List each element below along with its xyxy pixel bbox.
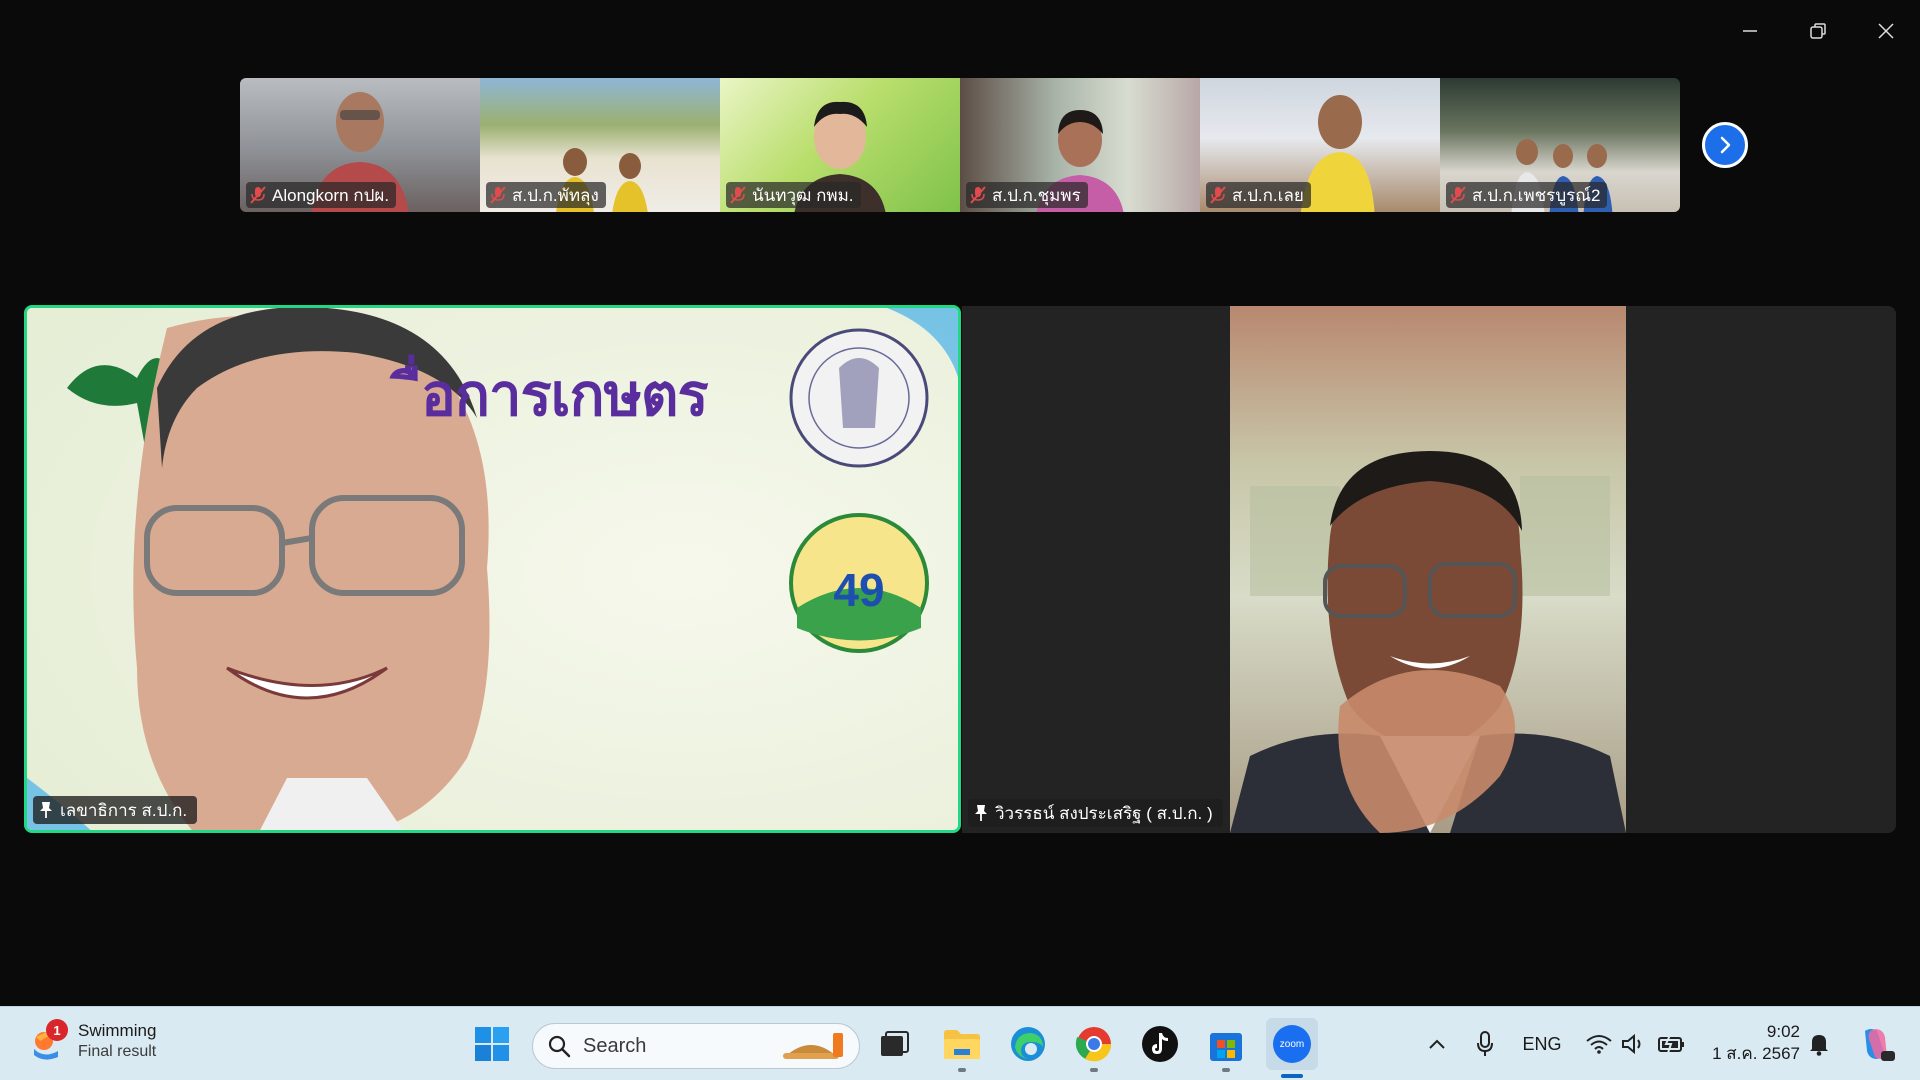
next-page-button[interactable] [1702,122,1748,168]
taskbar-search[interactable]: Search [532,1023,860,1069]
wifi-button[interactable] [1582,1007,1616,1080]
window-controls [1716,0,1920,62]
running-indicator [1222,1068,1230,1072]
participant-label: ส.ป.ก.พัทลุง [486,182,606,208]
notification-badge: 1 [46,1019,68,1041]
search-icon [548,1035,571,1058]
participant-thumbnail[interactable]: Alongkorn กปผ. [240,78,480,212]
restore-icon [1810,23,1826,39]
clock-time: 9:02 [1766,1022,1800,1041]
bell-icon [1810,1035,1828,1056]
tiktok-button[interactable] [1138,1022,1182,1066]
participant-name: นันทวุฒ กพม. [752,185,854,205]
microphone-button[interactable] [1470,1007,1500,1080]
show-hidden-icons-button[interactable] [1420,1007,1454,1080]
language-indicator[interactable]: ENG [1516,1007,1568,1080]
wifi-icon [1586,1035,1612,1054]
search-highlight-icon [783,1033,843,1059]
clock[interactable]: 9:02 1 ส.ค. 2567 [1700,1021,1800,1065]
participant-name: ส.ป.ก.เพชรบูรณ์2 [1472,185,1601,205]
chrome-button[interactable] [1072,1022,1116,1072]
logo-number: 49 [833,564,885,616]
volume-button[interactable] [1616,1007,1650,1080]
taskbar: 1 Swimming Final result Search zoom ENG … [0,1006,1920,1080]
participant-thumbnail[interactable]: ส.ป.ก.เลย [1200,78,1440,212]
participant-thumbnail[interactable]: ส.ป.ก.เพชรบูรณ์2 [1440,78,1680,212]
store-icon [1210,1033,1242,1061]
minimize-button[interactable] [1716,0,1784,62]
copilot-button[interactable] [1852,1007,1900,1080]
task-view-icon [881,1031,909,1056]
weather-widget[interactable]: 1 Swimming Final result [28,1019,156,1063]
widget-subtitle: Final result [78,1042,157,1060]
notifications-button[interactable] [1802,1007,1836,1080]
participant-tile[interactable]: วิวรรธน์ สงประเสริฐ ( ส.ป.ก. ) [962,306,1896,833]
active-indicator [1281,1074,1303,1078]
participant-thumbnail[interactable]: ส.ป.ก.ชุมพร [960,78,1200,212]
minimize-icon [1743,30,1757,32]
speaker-icon [1622,1034,1641,1054]
widget-title: Swimming [78,1021,157,1041]
chevron-right-icon [1720,136,1731,154]
banner-text: ื่อการเกษตร [422,361,709,429]
chrome-icon [1075,1027,1112,1062]
clock-date: 1 ส.ค. 2567 [1712,1044,1800,1064]
file-explorer-button[interactable] [940,1022,984,1072]
mic-muted-icon [1450,186,1466,204]
mic-muted-icon [1210,186,1226,204]
participant-name: ส.ป.ก.เลย [1232,185,1304,205]
edge-browser-button[interactable] [1006,1022,1050,1066]
battery-button[interactable] [1654,1007,1690,1080]
participant-name: ส.ป.ก.ชุมพร [992,185,1081,205]
pin-icon [40,802,52,818]
task-view-button[interactable] [872,1022,916,1066]
participant-label: นันทวุฒ กพม. [726,182,861,208]
participant-name: วิวรรธน์ สงประเสริฐ ( ส.ป.ก. ) [995,803,1213,823]
speaker-name: เลขาธิการ ส.ป.ก. [60,800,188,820]
microsoft-store-button[interactable] [1204,1022,1248,1072]
mic-muted-icon [730,186,746,204]
mic-muted-icon [970,186,986,204]
pin-icon [975,805,987,821]
running-indicator [1090,1068,1098,1072]
close-icon [1878,23,1894,39]
start-button[interactable] [470,1022,514,1066]
participant-name-tag: วิวรรธน์ สงประเสริฐ ( ส.ป.ก. ) [968,799,1223,827]
swimming-icon: 1 [28,1019,68,1063]
mic-muted-icon [490,186,506,204]
participant-thumbnail[interactable]: ส.ป.ก.พัทลุง [480,78,720,212]
participant-label: ส.ป.ก.เลย [1206,182,1311,208]
zoom-label: zoom [1279,1038,1305,1050]
participant-label: ส.ป.ก.ชุมพร [966,182,1088,208]
battery-charging-icon [1658,1035,1684,1053]
close-button[interactable] [1852,0,1920,62]
chevron-up-icon [1429,1039,1445,1049]
participant-strip: Alongkorn กปผ. ส.ป.ก.พัทลุง นันทวุฒ กพม.… [240,78,1680,212]
participant-thumbnail[interactable]: นันทวุฒ กพม. [720,78,960,212]
zoom-app-button[interactable]: zoom [1266,1018,1318,1078]
running-indicator [958,1068,966,1072]
speaker-name-tag: เลขาธิการ ส.ป.ก. [33,796,198,824]
active-speaker-tile[interactable]: ื่อการเกษตร 49 เลขาธิการ ส.ป.ก. [24,305,961,833]
windows-logo-icon [475,1027,509,1061]
mic-muted-icon [250,186,266,204]
participant-name: Alongkorn กปผ. [272,185,390,205]
edge-icon [1011,1027,1045,1061]
participant-label: ส.ป.ก.เพชรบูรณ์2 [1446,182,1608,208]
microphone-icon [1477,1031,1493,1056]
folder-icon [944,1030,980,1059]
participant-video-area [1230,306,1626,833]
participant-label: Alongkorn กปผ. [246,182,397,208]
restore-button[interactable] [1784,0,1852,62]
participant-name: ส.ป.ก.พัทลุง [512,185,599,205]
search-placeholder: Search [583,1034,647,1057]
participant-video [1230,306,1626,833]
copilot-icon [1865,1029,1895,1061]
tiktok-icon [1142,1026,1178,1062]
